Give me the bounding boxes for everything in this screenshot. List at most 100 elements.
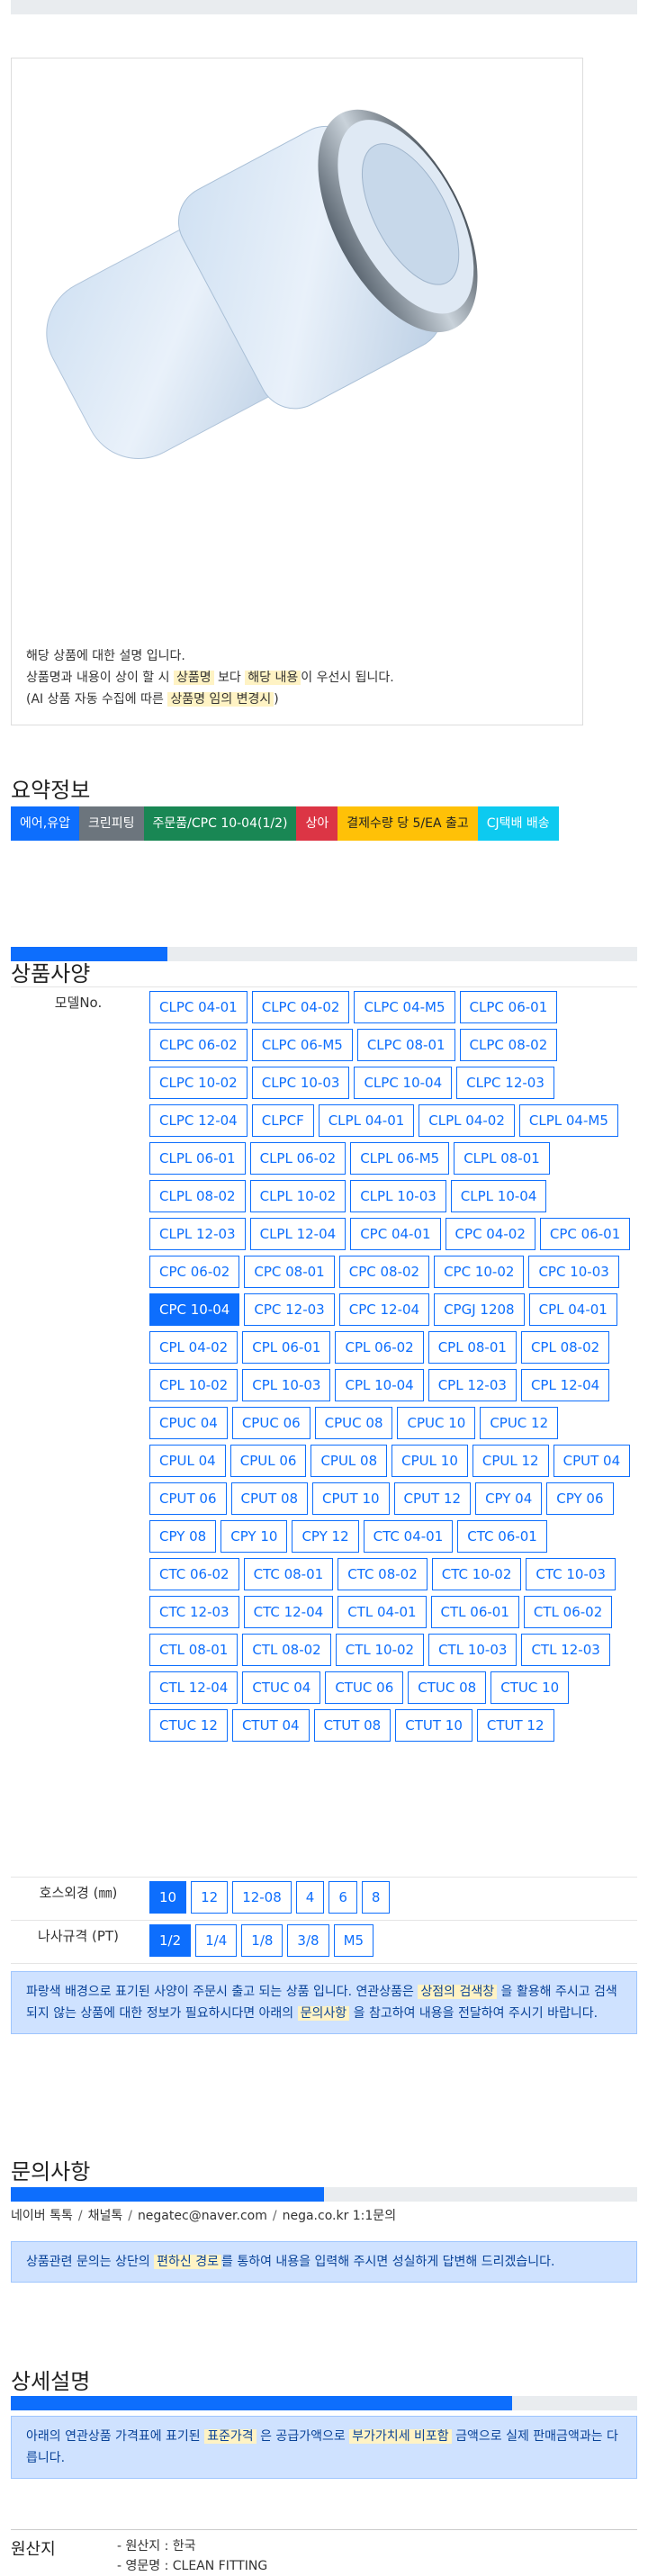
- model-option[interactable]: CPUL 04: [149, 1445, 226, 1477]
- model-option[interactable]: CTUC 12: [149, 1709, 228, 1742]
- model-option[interactable]: CTUC 04: [242, 1671, 321, 1704]
- model-option[interactable]: CLPL 04-01: [318, 1104, 415, 1137]
- model-option[interactable]: CTL 06-02: [523, 1596, 613, 1628]
- model-option[interactable]: CPUT 04: [553, 1445, 631, 1477]
- model-option[interactable]: CLPC 08-01: [356, 1029, 455, 1061]
- model-option[interactable]: CPC 10-03: [528, 1256, 619, 1288]
- model-option[interactable]: CTL 04-01: [338, 1596, 427, 1628]
- model-option[interactable]: CPC 12-03: [244, 1293, 335, 1326]
- model-option[interactable]: CPL 08-01: [428, 1331, 517, 1364]
- model-option[interactable]: CPUT 10: [312, 1482, 390, 1515]
- model-option[interactable]: CPC 06-02: [149, 1256, 240, 1288]
- model-option[interactable]: CPUT 06: [149, 1482, 227, 1515]
- model-option[interactable]: CLPC 10-02: [149, 1067, 248, 1099]
- hose-option[interactable]: 10: [149, 1881, 187, 1914]
- model-option[interactable]: CTC 08-01: [243, 1558, 334, 1590]
- model-option[interactable]: CPY 06: [546, 1482, 614, 1515]
- model-option[interactable]: CPC 04-01: [350, 1218, 441, 1250]
- model-option[interactable]: CPUL 10: [392, 1445, 468, 1477]
- model-option[interactable]: CPY 10: [220, 1520, 288, 1553]
- model-option[interactable]: CLPL 10-02: [249, 1180, 346, 1212]
- model-option[interactable]: CTC 10-02: [431, 1558, 522, 1590]
- hose-option[interactable]: 8: [361, 1881, 391, 1914]
- contact-link[interactable]: 채널톡: [88, 2209, 123, 2223]
- contact-link[interactable]: 네이버 톡톡: [11, 2209, 73, 2223]
- model-option[interactable]: CPUC 12: [480, 1407, 559, 1439]
- model-option[interactable]: CPUC 06: [231, 1407, 310, 1439]
- model-option[interactable]: CTUT 08: [313, 1709, 392, 1742]
- hose-option[interactable]: 12-08: [232, 1881, 292, 1914]
- model-option[interactable]: CTL 12-04: [149, 1671, 238, 1704]
- model-option[interactable]: CPUT 12: [393, 1482, 472, 1515]
- model-option[interactable]: CLPC 10-03: [251, 1067, 350, 1099]
- model-option[interactable]: CLPL 10-04: [450, 1180, 547, 1212]
- model-option[interactable]: CLPL 08-02: [149, 1180, 246, 1212]
- model-option[interactable]: CPC 08-02: [338, 1256, 430, 1288]
- model-option[interactable]: CPUL 12: [472, 1445, 549, 1477]
- model-option[interactable]: CPC 12-04: [338, 1293, 430, 1326]
- model-option[interactable]: CPL 04-02: [149, 1331, 238, 1364]
- model-option[interactable]: CLPC 06-02: [149, 1029, 248, 1061]
- thread-option[interactable]: 1/8: [241, 1924, 284, 1957]
- model-option[interactable]: CPUC 10: [397, 1407, 476, 1439]
- contact-link[interactable]: negatec@naver.com: [138, 2209, 267, 2223]
- model-option[interactable]: CLPL 06-M5: [350, 1142, 450, 1175]
- model-option[interactable]: CTUC 08: [408, 1671, 487, 1704]
- model-option[interactable]: CPY 04: [475, 1482, 543, 1515]
- model-option[interactable]: CTUT 12: [476, 1709, 554, 1742]
- model-option[interactable]: CPUL 08: [310, 1445, 388, 1477]
- model-option[interactable]: CTC 06-02: [149, 1558, 239, 1590]
- model-option[interactable]: CLPC 04-02: [251, 991, 350, 1023]
- model-option[interactable]: CLPL 06-01: [149, 1142, 246, 1175]
- model-option[interactable]: CPL 12-03: [428, 1369, 517, 1401]
- hose-option[interactable]: 4: [295, 1881, 325, 1914]
- model-option[interactable]: CPL 10-03: [242, 1369, 331, 1401]
- model-option[interactable]: CPUL 06: [230, 1445, 307, 1477]
- model-option[interactable]: CPUT 08: [230, 1482, 309, 1515]
- model-option[interactable]: CTL 12-03: [521, 1634, 610, 1666]
- hose-option[interactable]: 12: [191, 1881, 229, 1914]
- model-option[interactable]: CTC 12-04: [243, 1596, 334, 1628]
- model-option[interactable]: CPC 08-01: [244, 1256, 335, 1288]
- model-option[interactable]: CPL 04-01: [528, 1293, 617, 1326]
- model-option[interactable]: CLPC 08-02: [459, 1029, 558, 1061]
- model-option[interactable]: CPY 12: [292, 1520, 359, 1553]
- model-option[interactable]: CLPC 04-01: [149, 991, 248, 1023]
- model-option[interactable]: CPL 08-02: [520, 1331, 610, 1364]
- model-option[interactable]: CPC 10-04: [149, 1293, 240, 1326]
- model-option[interactable]: CLPL 10-03: [350, 1180, 446, 1212]
- contact-link[interactable]: nega.co.kr 1:1문의: [283, 2209, 396, 2223]
- model-option[interactable]: CTC 10-03: [526, 1558, 616, 1590]
- model-option[interactable]: CLPC 12-04: [149, 1104, 248, 1137]
- model-option[interactable]: CTUC 10: [490, 1671, 570, 1704]
- model-option[interactable]: CLPL 04-02: [418, 1104, 515, 1137]
- model-option[interactable]: CTC 12-03: [149, 1596, 239, 1628]
- model-option[interactable]: CPUC 04: [149, 1407, 228, 1439]
- model-option[interactable]: CPL 10-02: [149, 1369, 238, 1401]
- model-option[interactable]: CTC 04-01: [363, 1520, 454, 1553]
- model-option[interactable]: CLPL 04-M5: [518, 1104, 618, 1137]
- model-option[interactable]: CTC 06-01: [457, 1520, 547, 1553]
- model-option[interactable]: CLPL 12-04: [249, 1218, 346, 1250]
- model-option[interactable]: CTUT 10: [395, 1709, 472, 1742]
- model-option[interactable]: CTL 08-02: [242, 1634, 331, 1666]
- model-option[interactable]: CTC 08-02: [338, 1558, 428, 1590]
- model-option[interactable]: CLPC 04-M5: [354, 991, 455, 1023]
- model-option[interactable]: CLPC 12-03: [456, 1067, 554, 1099]
- model-option[interactable]: CPUC 08: [314, 1407, 393, 1439]
- model-option[interactable]: CPL 10-04: [335, 1369, 424, 1401]
- model-option[interactable]: CPC 06-01: [539, 1218, 631, 1250]
- model-option[interactable]: CTL 10-03: [428, 1634, 518, 1666]
- thread-option[interactable]: 1/2: [149, 1924, 192, 1957]
- model-option[interactable]: CPY 08: [149, 1520, 217, 1553]
- model-option[interactable]: CTUT 04: [231, 1709, 310, 1742]
- model-option[interactable]: CTUC 06: [325, 1671, 404, 1704]
- model-option[interactable]: CTL 08-01: [149, 1634, 238, 1666]
- model-option[interactable]: CPL 12-04: [520, 1369, 610, 1401]
- model-option[interactable]: CPL 06-02: [335, 1331, 424, 1364]
- thread-option[interactable]: 1/4: [195, 1924, 238, 1957]
- model-option[interactable]: CTL 06-01: [430, 1596, 519, 1628]
- model-option[interactable]: CLPC 06-01: [459, 991, 558, 1023]
- model-option[interactable]: CPC 04-02: [445, 1218, 536, 1250]
- model-option[interactable]: CPC 10-02: [434, 1256, 525, 1288]
